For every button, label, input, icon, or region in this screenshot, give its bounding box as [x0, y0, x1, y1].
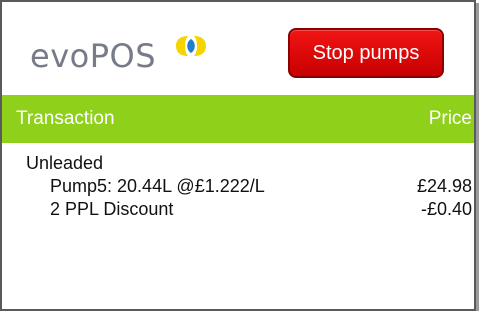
price-column-label: Price: [428, 108, 472, 129]
discount-line-label: 2 PPL Discount: [50, 199, 174, 219]
transaction-list: Unleaded Pump5: 20.44L @£1.222/L £24.98 …: [2, 143, 474, 221]
pump-line-label: Pump5: 20.44L @£1.222/L: [50, 176, 265, 196]
transaction-group-row[interactable]: Unleaded: [2, 152, 474, 175]
discount-line-price: -£0.40: [420, 199, 472, 219]
transaction-line-pump[interactable]: Pump5: 20.44L @£1.222/L £24.98: [2, 175, 474, 198]
pos-panel: evoPOS Stop pumps Transaction Price Unle…: [0, 0, 476, 311]
header: evoPOS Stop pumps: [2, 2, 474, 95]
transaction-column-header: Transaction Price: [2, 95, 474, 143]
pump-line-price: £24.98: [416, 176, 472, 196]
stop-pumps-button[interactable]: Stop pumps: [288, 28, 444, 78]
transaction-column-label: Transaction: [16, 108, 115, 129]
evopos-logo-mark-icon: [176, 36, 206, 56]
evopos-logo: evoPOS: [30, 37, 156, 75]
fuel-type-label: Unleaded: [26, 153, 104, 173]
transaction-line-discount[interactable]: 2 PPL Discount -£0.40: [2, 198, 474, 221]
